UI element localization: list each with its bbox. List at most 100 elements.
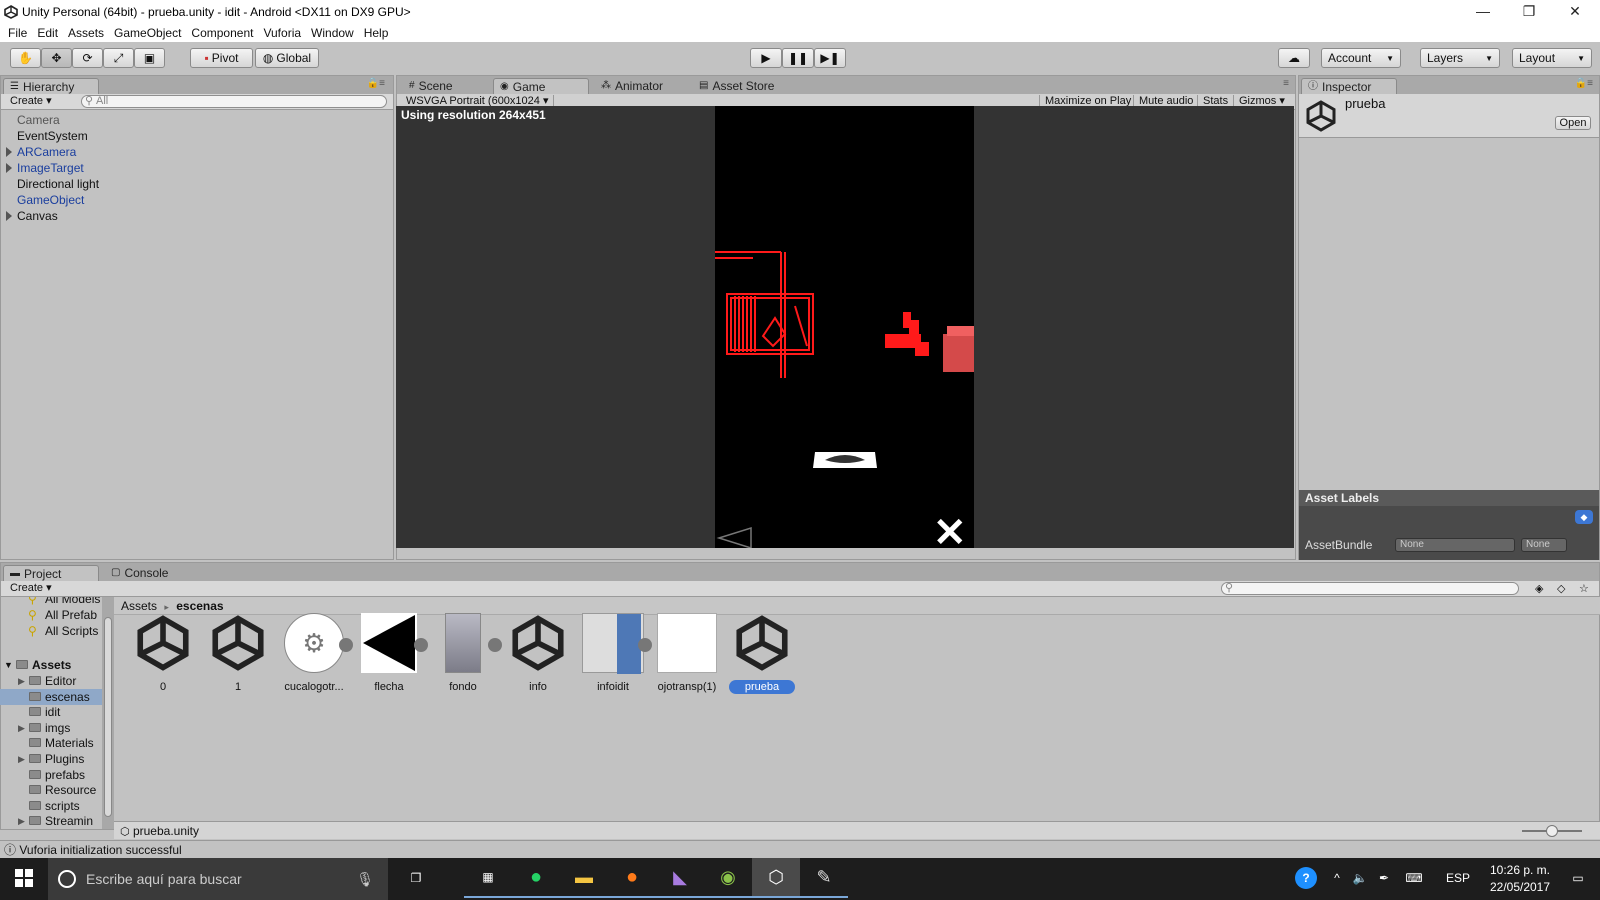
favorite-item[interactable]: ⚲ All Models [0,597,102,607]
menu-edit[interactable]: Edit [37,26,58,40]
hierarchy-create-button[interactable]: Create ▾ [5,95,57,108]
folder-item[interactable]: idit [0,704,102,720]
folder-item[interactable]: prefabs [0,767,102,783]
expand-arrow-icon[interactable]: ▶ [18,720,25,736]
tab-inspector[interactable]: ⓘ Inspector [1301,78,1397,94]
hierarchy-item[interactable]: GameObject [1,192,391,208]
favorite-star-icon[interactable]: ☆ [1579,582,1589,595]
expand-arrow-icon[interactable]: ▶ [18,813,25,829]
restore-button[interactable]: ❐ [1506,0,1552,24]
hierarchy-item[interactable]: Directional light [1,176,391,192]
rect-tool-button[interactable]: ▣ [134,48,165,68]
asset-item[interactable]: 1 [205,612,271,693]
filter-label-icon[interactable]: ◇ [1557,582,1565,595]
game-screen[interactable]: ✕ [715,106,974,548]
unity-app[interactable]: ⬡ [752,858,800,898]
assets-root[interactable]: ▼ Assets [0,657,102,673]
firefox-app[interactable]: ● [608,858,656,898]
asset-item[interactable]: infoidit [580,612,652,693]
menu-file[interactable]: File [8,26,27,40]
filter-type-icon[interactable]: ◈ [1535,582,1543,595]
microphone-icon[interactable]: 🎙 [356,871,374,888]
asset-item[interactable]: ojotransp(1) [654,612,720,693]
panel-menu-icon[interactable]: ≡ [1283,78,1289,89]
assetbundle-variant-dropdown[interactable]: None [1521,538,1567,552]
play-button[interactable]: ▶ [750,48,782,68]
tab-console[interactable]: ▢ Console [105,565,174,581]
hierarchy-item[interactable]: ARCamera [1,144,391,160]
language-indicator[interactable]: ESP [1446,871,1470,885]
help-tray[interactable]: ? [1288,858,1324,898]
scrollbar-thumb[interactable] [104,617,112,817]
taskbar-search-box[interactable]: Escribe aquí para buscar 🎙 [48,858,388,900]
pen-tray[interactable]: ✒ [1372,858,1396,898]
hierarchy-item[interactable]: ImageTarget [1,160,391,176]
volume-tray[interactable]: 🔈 [1348,858,1372,898]
menu-gameobject[interactable]: GameObject [114,26,181,40]
folder-item[interactable]: Resource [0,782,102,798]
account-dropdown[interactable]: Account ▼ [1321,48,1401,68]
menu-help[interactable]: Help [364,26,389,40]
expand-arrow-icon[interactable]: ▶ [18,673,25,689]
pivot-toggle[interactable]: ▪ Pivot [190,48,253,68]
folder-item[interactable]: ▶ Streamin [0,813,102,829]
expand-sprite-icon[interactable] [414,638,428,652]
breadcrumb-escenas[interactable]: escenas [176,599,223,613]
clock[interactable]: 10:26 p. m. 22/05/2017 [1480,862,1560,896]
project-search-input[interactable]: ⚲ [1221,582,1519,595]
tab-hierarchy[interactable]: ☰ Hierarchy [3,78,99,94]
menu-window[interactable]: Window [311,26,354,40]
panel-menu-icon[interactable]: 🔒≡ [1575,78,1593,89]
whatsapp-app[interactable]: ● [512,858,560,898]
expand-arrow-icon[interactable] [6,147,12,157]
global-toggle[interactable]: ◍ Global [255,48,319,68]
asset-item[interactable]: prueba [729,612,795,694]
scale-tool-button[interactable]: ⤢ [103,48,134,68]
expand-sprite-icon[interactable] [488,638,502,652]
favorite-item[interactable]: ⚲ All Scripts [0,623,102,639]
notifications-button[interactable]: ▭ [1556,858,1600,898]
tab-scene[interactable]: # Scene [403,78,459,94]
folder-item[interactable]: ▶ imgs [0,720,102,736]
layers-dropdown[interactable]: Layers ▼ [1420,48,1500,68]
expand-sprite-icon[interactable] [638,638,652,652]
hierarchy-search-input[interactable]: ⚲ All [81,95,387,108]
hierarchy-item[interactable]: Canvas [1,208,391,224]
folder-item[interactable]: scripts [0,798,102,814]
hierarchy-item[interactable]: Camera [1,112,391,128]
visual-studio-app[interactable]: ◣ [656,858,704,898]
icon-size-slider[interactable] [1522,825,1582,837]
expand-arrow-icon[interactable]: ▶ [18,751,25,767]
expand-arrow-icon[interactable] [6,211,12,221]
keyboard-tray[interactable]: ⌨ [1400,858,1428,898]
asset-item[interactable]: 0 [130,612,196,693]
menu-vuforia[interactable]: Vuforia [263,26,301,40]
favorite-item[interactable]: ⚲ All Prefab [0,607,102,623]
tab-asset-store[interactable]: ▤ Asset Store [693,78,780,94]
tab-animator[interactable]: ⁂ Animator [595,78,669,94]
menu-assets[interactable]: Assets [68,26,104,40]
open-button[interactable]: Open [1555,116,1591,130]
task-view-button[interactable]: ❐ [392,858,440,898]
hand-tool-button[interactable]: ✋ [10,48,41,68]
hierarchy-item[interactable]: EventSystem [1,128,391,144]
folder-item[interactable]: escenas [0,688,102,705]
step-button[interactable]: ▶❚ [814,48,846,68]
tree-scrollbar[interactable] [102,597,114,829]
file-explorer-app[interactable]: ▬ [560,858,608,898]
folder-item[interactable]: Materials [0,735,102,751]
rotate-tool-button[interactable]: ⟳ [72,48,103,68]
folder-item[interactable]: ▶ Plugins [0,751,102,767]
panel-menu-icon[interactable]: 🔒≡ [367,78,385,89]
close-icon[interactable]: ✕ [933,511,967,548]
tray-expand[interactable]: ^ [1326,858,1348,898]
expand-arrow-icon[interactable] [6,163,12,173]
breadcrumb-assets[interactable]: Assets [121,599,157,613]
tab-project[interactable]: ▬ Project [3,565,99,581]
minimize-button[interactable]: — [1460,0,1506,24]
back-arrow-icon[interactable] [716,526,752,548]
paint-app[interactable]: ✎ [800,858,848,898]
layout-dropdown[interactable]: Layout ▼ [1512,48,1592,68]
menu-component[interactable]: Component [191,26,253,40]
tag-icon[interactable]: ◆ [1575,510,1593,524]
